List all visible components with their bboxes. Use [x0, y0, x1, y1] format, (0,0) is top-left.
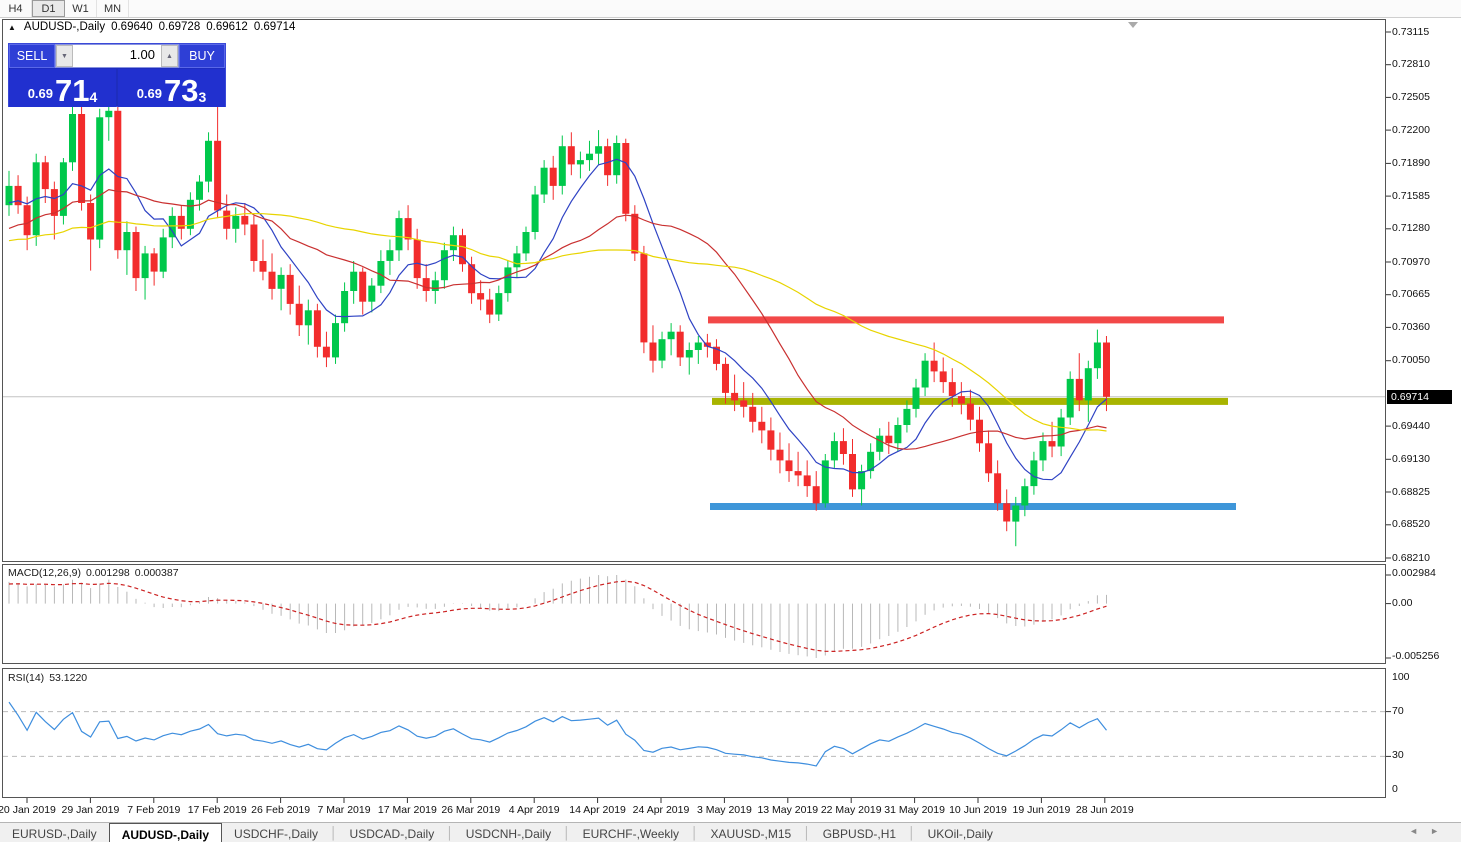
tab-separator: │: [908, 826, 916, 840]
price-axis-tick: 0.69130: [1392, 452, 1430, 465]
price-axis-tick: 0.72505: [1392, 90, 1430, 103]
chart-tab-eurchf[interactable]: EURCHF-,Weekly: [571, 823, 691, 842]
ohlc-close: 0.69714: [253, 21, 296, 33]
chart-tab-gbpusd[interactable]: GBPUSD-,H1: [811, 823, 908, 842]
price-axis-tick: 0.73115: [1392, 25, 1430, 38]
macd-axis-min: -0.005256: [1392, 650, 1440, 662]
chart-tab-usdchf[interactable]: USDCHF-,Daily: [222, 823, 330, 842]
rsi-axis-tick: 30: [1392, 749, 1404, 762]
current-price-tag: 0.69714: [1387, 389, 1452, 404]
tab-separator: │: [330, 826, 338, 840]
timeframe-button-d1[interactable]: D1: [32, 0, 65, 17]
buy-button[interactable]: BUY: [179, 44, 225, 68]
timeframe-button-w1[interactable]: W1: [65, 0, 97, 17]
rsi-axis-tick: 0: [1392, 783, 1398, 795]
rsi-indicator-label: RSI(14) 53.1220: [8, 672, 88, 684]
ohlc-low: 0.69612: [206, 21, 248, 33]
rsi-axis-tick: 100: [1392, 671, 1410, 683]
chart-tab-xauusd[interactable]: XAUUSD-,M15: [699, 823, 804, 842]
chart-title-row: ▲ AUDUSD-,Daily 0.69640 0.69728 0.69612 …: [8, 21, 295, 33]
price-axis-tick: 0.71585: [1392, 189, 1430, 202]
tab-separator: │: [691, 826, 699, 840]
price-axis-tick: 0.71280: [1392, 222, 1430, 235]
price-axis-tick: 0.69440: [1392, 419, 1430, 432]
one-click-collapse-icon[interactable]: ▲: [8, 23, 16, 32]
price-axis-tick: 0.68825: [1392, 485, 1430, 498]
price-axis-tick: 0.71890: [1392, 156, 1430, 169]
tab-separator: │: [446, 826, 454, 840]
volume-input[interactable]: 1.00: [73, 45, 161, 67]
macd-axis-zero: 0.00: [1392, 596, 1413, 609]
price-axis-tick: 0.68210: [1392, 551, 1430, 564]
tab-next-icon[interactable]: ►: [1430, 826, 1451, 836]
ohlc-open: 0.69640: [111, 21, 153, 33]
ohlc-high: 0.69728: [158, 21, 201, 33]
one-click-trading-panel: SELL ▼ 1.00 ▲ BUY 0.69 71 4 0.69 73 3: [8, 43, 226, 107]
tab-prev-icon[interactable]: ◄: [1409, 826, 1430, 836]
mt4-application-window: H4 D1 W1 MN ▲ AUDUSD-,Daily 0.69640 0.69728…: [0, 0, 1461, 842]
macd-indicator-label: MACD(12,26,9) 0.001298 0.000387: [8, 567, 179, 579]
price-axis-tick: 0.70665: [1392, 288, 1430, 301]
tab-separator: │: [803, 826, 811, 840]
sell-price-display[interactable]: 0.69 71 4: [9, 69, 116, 107]
chart-tab-usdcnh[interactable]: USDCNH-,Daily: [454, 823, 563, 842]
chart-tab-bar: EURUSD-,Daily AUDUSD-,Daily USDCHF-,Daily │…: [0, 822, 1461, 842]
price-axis-tick: 0.70970: [1392, 255, 1430, 268]
macd-axis-max: 0.002984: [1392, 567, 1436, 579]
date-axis-label: 28 Jun 2019: [1075, 804, 1134, 816]
chart-tab-usdcad[interactable]: USDCAD-,Daily: [338, 823, 447, 842]
price-axis-tick: 0.70050: [1392, 354, 1430, 367]
chart-canvas[interactable]: [0, 0, 1461, 842]
chart-tab-ukoil[interactable]: UKOil-,Daily: [916, 823, 1005, 842]
timeframe-toolbar: H4 D1 W1 MN: [0, 0, 1461, 18]
price-axis-tick: 0.70360: [1392, 320, 1430, 333]
tab-separator: │: [563, 826, 571, 840]
timeframe-button-mn[interactable]: MN: [97, 0, 129, 17]
volume-stepper: ▼ 1.00 ▲: [55, 44, 179, 68]
tab-scroll-arrows[interactable]: ◄►: [1409, 826, 1451, 836]
sell-button[interactable]: SELL: [9, 44, 55, 68]
rsi-axis-tick: 70: [1392, 704, 1404, 717]
buy-price-display[interactable]: 0.69 73 3: [118, 69, 225, 107]
price-axis-tick: 0.72200: [1392, 123, 1430, 136]
volume-decrease-icon[interactable]: ▼: [56, 45, 73, 67]
price-axis-tick: 0.68520: [1392, 518, 1430, 531]
timeframe-button-h4[interactable]: H4: [0, 0, 32, 17]
volume-increase-icon[interactable]: ▲: [161, 45, 178, 67]
chart-tab-audusd[interactable]: AUDUSD-,Daily: [108, 823, 223, 842]
chart-symbol-title: AUDUSD-,Daily: [23, 21, 106, 33]
chart-tab-eurusd[interactable]: EURUSD-,Daily: [0, 823, 109, 842]
price-axis-tick: 0.72810: [1392, 58, 1430, 71]
